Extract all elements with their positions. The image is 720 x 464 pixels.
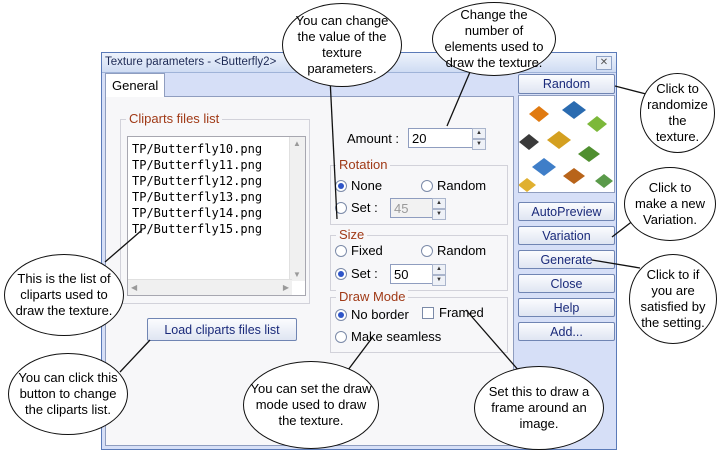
size-set-label: Set : — [351, 266, 378, 281]
amount-value: 20 — [412, 131, 427, 146]
no-border-label: No border — [351, 307, 409, 322]
generate-button-label: Generate — [540, 252, 593, 267]
help-button[interactable]: Help — [518, 298, 615, 317]
horizontal-scrollbar[interactable]: ◀ ▶ — [128, 279, 292, 295]
rotation-group-label: Rotation — [336, 157, 391, 172]
close-icon[interactable]: ✕ — [596, 56, 612, 70]
scroll-right-icon[interactable]: ▶ — [283, 283, 289, 292]
rotation-set-value: 45 — [394, 201, 409, 216]
chevron-down-icon[interactable]: ▼ — [432, 275, 446, 286]
list-item[interactable]: TP/Butterfly11.png — [132, 158, 262, 172]
size-set-radio[interactable] — [335, 268, 347, 280]
load-cliparts-button-label: Load cliparts files list — [164, 322, 280, 337]
vertical-scrollbar[interactable]: ▲ ▼ — [289, 137, 305, 281]
callout-change-value: You can change the value of the texture … — [282, 3, 402, 87]
framed-checkbox[interactable] — [422, 307, 434, 319]
variation-button-label: Variation — [542, 228, 591, 243]
list-item[interactable]: TP/Butterfly13.png — [132, 190, 262, 204]
size-random-label: Random — [437, 243, 487, 258]
cliparts-group: Cliparts files list TP/Butterfly10.png T… — [120, 111, 310, 304]
list-item[interactable]: TP/Butterfly15.png — [132, 222, 262, 236]
callout-variation: Click to make a new Variation. — [624, 167, 716, 241]
cliparts-group-label: Cliparts files list — [126, 111, 223, 126]
cliparts-listbox[interactable]: TP/Butterfly10.png TP/Butterfly11.png TP… — [127, 136, 306, 296]
callout-generate: Click to if you are satisfied by the set… — [629, 254, 717, 344]
tab-general-label: General — [112, 78, 159, 93]
variation-button[interactable]: Variation — [518, 226, 615, 245]
callout-load: You can click this button to change the … — [8, 353, 128, 435]
callout-list: This is the list of cliparts used to dra… — [4, 254, 124, 336]
help-button-label: Help — [553, 300, 580, 315]
amount-stepper[interactable]: ▲ ▼ — [472, 128, 486, 150]
chevron-down-icon[interactable]: ▼ — [432, 209, 446, 220]
load-cliparts-button[interactable]: Load cliparts files list — [147, 318, 297, 341]
autopreview-button-label: AutoPreview — [531, 204, 602, 219]
rotation-set-radio[interactable] — [335, 202, 347, 214]
size-group-label: Size — [336, 227, 368, 242]
close-button-label: Close — [550, 276, 583, 291]
list-item[interactable]: TP/Butterfly14.png — [132, 206, 262, 220]
amount-field[interactable]: 20 — [408, 128, 473, 148]
size-stepper[interactable]: ▲ ▼ — [432, 264, 446, 286]
callout-randomize: Click to randomize the texture. — [640, 73, 715, 153]
chevron-up-icon[interactable]: ▲ — [432, 198, 446, 209]
scroll-down-icon[interactable]: ▼ — [293, 270, 301, 279]
no-border-radio[interactable] — [335, 309, 347, 321]
autopreview-button[interactable]: AutoPreview — [518, 202, 615, 221]
butterfly-icon — [519, 101, 613, 192]
chevron-up-icon[interactable]: ▲ — [472, 128, 486, 139]
texture-preview — [518, 95, 615, 193]
list-item[interactable]: TP/Butterfly10.png — [132, 142, 262, 156]
rotation-set-label: Set : — [351, 200, 378, 215]
scroll-up-icon[interactable]: ▲ — [293, 139, 301, 148]
draw-mode-group-label: Draw Mode — [336, 289, 409, 304]
close-button[interactable]: Close — [518, 274, 615, 293]
scroll-left-icon[interactable]: ◀ — [131, 283, 137, 292]
framed-label: Framed — [439, 305, 484, 320]
add-button-label: Add... — [550, 324, 583, 339]
size-fixed-radio[interactable] — [335, 245, 347, 257]
rotation-random-radio[interactable] — [421, 180, 433, 192]
rotation-set-field[interactable]: 45 — [390, 198, 434, 218]
chevron-up-icon[interactable]: ▲ — [432, 264, 446, 275]
callout-change-number: Change the number of elements used to dr… — [432, 2, 556, 76]
make-seamless-radio[interactable] — [335, 331, 347, 343]
add-button[interactable]: Add... — [518, 322, 615, 341]
random-button-label: Random — [542, 77, 591, 91]
random-button[interactable]: Random — [518, 74, 615, 94]
chevron-down-icon[interactable]: ▼ — [472, 139, 486, 150]
rotation-stepper[interactable]: ▲ ▼ — [432, 198, 446, 220]
size-set-value: 50 — [394, 267, 409, 282]
size-fixed-label: Fixed — [351, 243, 383, 258]
make-seamless-label: Make seamless — [351, 329, 442, 344]
size-random-radio[interactable] — [421, 245, 433, 257]
rotation-none-label: None — [351, 178, 383, 193]
list-item[interactable]: TP/Butterfly12.png — [132, 174, 262, 188]
window-title: Texture parameters - <Butterfly2> — [105, 56, 277, 68]
size-set-field[interactable]: 50 — [390, 264, 434, 284]
butterfly-texture-image — [519, 101, 613, 192]
tab-general[interactable]: General — [105, 73, 165, 97]
callout-draw-mode: You can set the draw mode used to draw t… — [243, 361, 379, 449]
amount-label: Amount : — [347, 131, 400, 146]
generate-button[interactable]: Generate — [518, 250, 615, 269]
rotation-random-label: Random — [437, 178, 487, 193]
callout-frame: Set this to draw a frame around an image… — [474, 366, 604, 450]
rotation-none-radio[interactable] — [335, 180, 347, 192]
